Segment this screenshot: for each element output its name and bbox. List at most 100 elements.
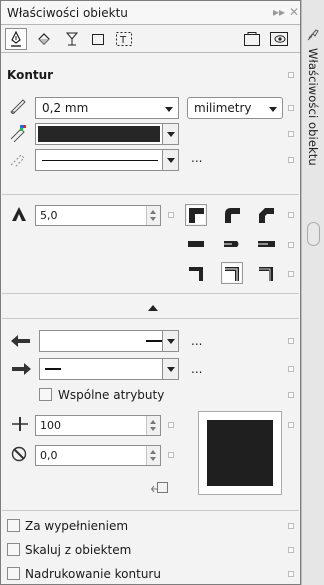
angle-indicator bbox=[168, 452, 174, 458]
separator bbox=[2, 510, 299, 511]
cap-indicator bbox=[288, 242, 294, 248]
behind-fill-checkbox[interactable] bbox=[7, 519, 20, 532]
miter-limit-icon bbox=[12, 207, 26, 221]
close-icon[interactable]: ✕ bbox=[289, 5, 299, 19]
position-center-button[interactable] bbox=[221, 262, 243, 284]
outline-color-swatch bbox=[38, 126, 160, 142]
transparency-icon bbox=[65, 32, 79, 46]
units-select[interactable]: milimetry bbox=[187, 97, 283, 119]
position-inside-button[interactable] bbox=[257, 264, 275, 282]
tab-fill[interactable] bbox=[33, 28, 55, 50]
position-center-icon bbox=[225, 267, 239, 281]
shared-attributes-checkbox[interactable] bbox=[39, 388, 52, 401]
start-arrowhead-select[interactable] bbox=[39, 330, 179, 352]
nib-shape-preview[interactable] bbox=[198, 411, 282, 495]
style-row-indicator bbox=[288, 157, 294, 163]
width-row-indicator bbox=[288, 105, 294, 111]
angle-input[interactable]: 0,0 bbox=[35, 445, 161, 466]
chevron-down-icon bbox=[162, 331, 178, 351]
tab-outline[interactable] bbox=[5, 28, 27, 50]
calligraphy-stretch-icon bbox=[12, 417, 28, 431]
corner-miter-icon bbox=[189, 208, 204, 223]
cap-butt-button[interactable] bbox=[187, 235, 205, 253]
properties-tab-row: T bbox=[1, 26, 300, 53]
reset-nib-icon[interactable] bbox=[151, 479, 169, 495]
cap-butt-icon bbox=[188, 241, 204, 247]
start-arrow-icon bbox=[11, 335, 30, 347]
overprint-checkbox[interactable] bbox=[7, 567, 20, 580]
corner-bevel-icon bbox=[259, 208, 274, 223]
behind-fill-label: Za wypełnieniem bbox=[25, 519, 129, 533]
overprint-label: Nadrukowanie konturu bbox=[25, 567, 161, 581]
separator bbox=[2, 318, 299, 319]
units-value: milimetry bbox=[194, 101, 252, 115]
summary-icon bbox=[244, 32, 260, 46]
docker-titlebar: Właściwości obiektu ▸▸ ✕ bbox=[1, 1, 300, 25]
stretch-indicator bbox=[168, 422, 174, 428]
section-options-indicator bbox=[288, 72, 294, 78]
angle-spinner[interactable] bbox=[146, 446, 160, 465]
stretch-input[interactable]: 100 bbox=[35, 415, 161, 436]
end-arrow-indicator bbox=[288, 366, 294, 372]
outline-style-select[interactable] bbox=[35, 149, 179, 171]
position-outside-button[interactable] bbox=[187, 264, 205, 282]
nib-preview-indicator bbox=[288, 422, 294, 428]
stretch-value: 100 bbox=[40, 419, 61, 432]
scale-with-object-label: Skaluj z obiektem bbox=[25, 543, 132, 557]
position-indicator bbox=[288, 271, 294, 277]
end-arrowhead-select[interactable] bbox=[39, 358, 179, 380]
corner-round-button[interactable] bbox=[223, 206, 241, 224]
outline-pen-icon bbox=[11, 31, 21, 47]
tab-text-frame[interactable]: T bbox=[113, 28, 135, 50]
start-arrow-more-button[interactable]: ... bbox=[191, 334, 202, 348]
cap-square-button[interactable] bbox=[257, 235, 275, 253]
outline-style-icon bbox=[10, 154, 25, 167]
outline-color-picker[interactable] bbox=[35, 123, 179, 145]
angle-value: 0,0 bbox=[40, 449, 58, 462]
outline-width-select[interactable]: 0,2 mm bbox=[35, 97, 179, 119]
outline-width-value: 0,2 mm bbox=[42, 101, 89, 115]
cap-square-icon bbox=[258, 241, 275, 247]
pin-icon[interactable]: ▸▸ bbox=[273, 5, 285, 19]
collapse-up-icon[interactable] bbox=[148, 304, 158, 311]
docker-side-tab[interactable]: Właściwości obiektu bbox=[301, 0, 324, 585]
scale-with-object-checkbox[interactable] bbox=[7, 543, 20, 556]
separator bbox=[2, 293, 299, 294]
frame-icon bbox=[92, 34, 104, 45]
calligraphy-angle-icon bbox=[11, 446, 27, 462]
tab-frame[interactable] bbox=[87, 28, 109, 50]
corner-miter-button[interactable] bbox=[185, 204, 207, 226]
docker-title: Właściwości obiektu bbox=[7, 6, 128, 20]
svg-text:T: T bbox=[119, 35, 127, 46]
scale-with-object-indicator bbox=[288, 547, 294, 553]
outline-color-icon bbox=[10, 125, 26, 142]
corner-bevel-button[interactable] bbox=[257, 206, 275, 224]
pin-icon[interactable] bbox=[306, 28, 320, 42]
miter-limit-input[interactable]: 5,0 bbox=[35, 205, 161, 226]
nib-shape bbox=[207, 420, 273, 486]
side-tab-label: Właściwości obiektu bbox=[306, 48, 320, 166]
start-arrow-indicator bbox=[288, 338, 294, 344]
position-outside-icon bbox=[189, 267, 203, 281]
text-frame-icon: T bbox=[116, 32, 132, 46]
stretch-spinner[interactable] bbox=[146, 416, 160, 435]
cap-round-button[interactable] bbox=[223, 235, 241, 253]
shared-attributes-indicator bbox=[288, 392, 294, 398]
end-arrow-more-button[interactable]: ... bbox=[191, 362, 202, 376]
side-tab-grip[interactable] bbox=[307, 222, 320, 246]
object-properties-docker: Właściwości obiektu ▸▸ ✕ T Kontur 0,2 mm… bbox=[0, 0, 301, 585]
overprint-indicator bbox=[288, 571, 294, 577]
fill-bucket-icon bbox=[38, 33, 50, 45]
preview-eye-icon bbox=[270, 32, 288, 46]
outline-width-icon bbox=[10, 99, 26, 114]
style-more-button[interactable]: ... bbox=[191, 151, 202, 165]
tab-preview[interactable] bbox=[267, 28, 293, 50]
tab-summary[interactable] bbox=[241, 28, 263, 50]
end-arrowhead-preview bbox=[45, 368, 61, 370]
tab-transparency[interactable] bbox=[61, 28, 83, 50]
separator bbox=[2, 194, 299, 195]
start-arrowhead-preview bbox=[146, 340, 162, 342]
chevron-down-icon bbox=[162, 359, 178, 379]
miter-limit-spinner[interactable] bbox=[146, 206, 160, 225]
shared-attributes-label: Wspólne atrybuty bbox=[58, 388, 165, 402]
